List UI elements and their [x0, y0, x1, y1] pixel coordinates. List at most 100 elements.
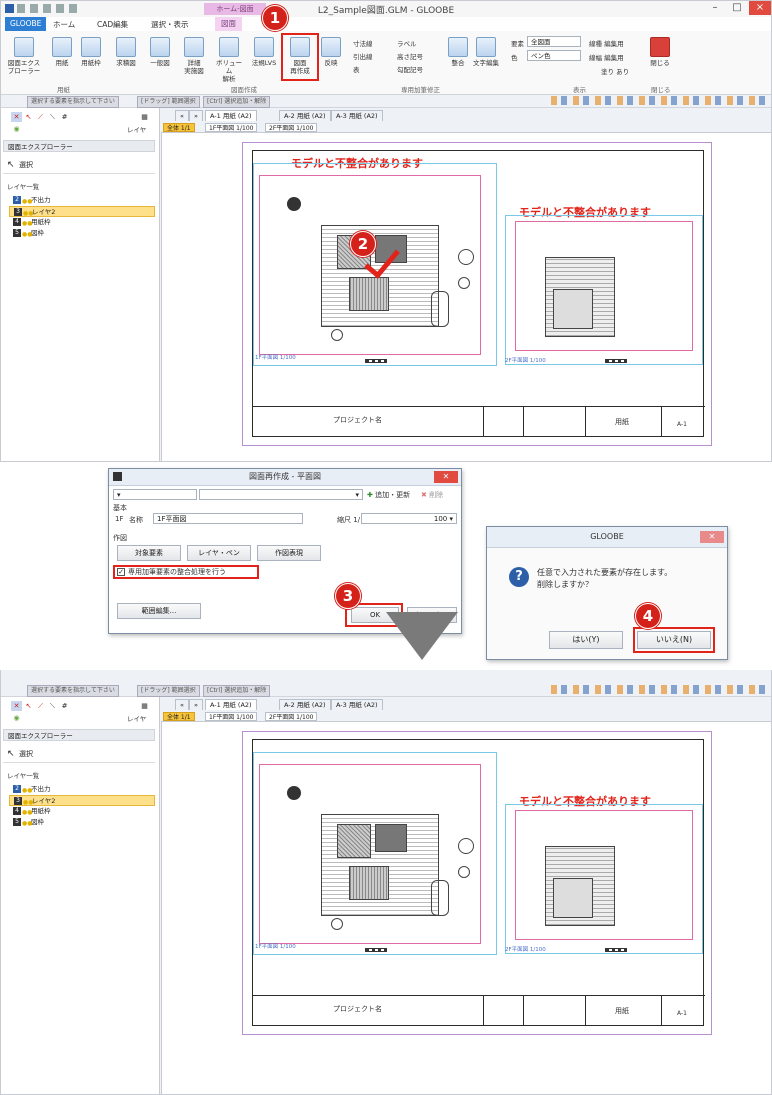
add-update-button[interactable]: ✚ 追加・更新 [367, 490, 410, 500]
subtab-2f[interactable]: 2F平面図 1/100 [265, 123, 318, 132]
layer-dropdown[interactable]: レイヤ [127, 713, 146, 723]
line-type-select[interactable]: 線種 編集用 [589, 38, 624, 48]
detail-drawing-button[interactable]: 詳細 実施図 [179, 37, 209, 75]
layer-dropdown[interactable]: レイヤ [127, 124, 146, 134]
subtab-1f[interactable]: 1F平面図 1/100 [205, 123, 258, 132]
close-drawing-button[interactable]: 閉じる [647, 37, 673, 67]
explorer-header[interactable]: 図面エクスプローラー [3, 140, 155, 152]
dim-line-button[interactable]: 寸法線 [353, 38, 373, 48]
window-title: L2_Sample図面.GLM - GLOOBE [317, 6, 455, 16]
area-drawing-button[interactable]: 求積図 [111, 37, 141, 67]
drawing-canvas[interactable]: モデルと不整合があります 1F平面図 1/100 2 モデルと不整合があります … [161, 132, 771, 461]
paper-frame-button[interactable]: 用紙枠 [77, 37, 105, 67]
pen-icon[interactable]: ⟋ [35, 701, 46, 711]
maximize-button[interactable]: □ [727, 1, 747, 15]
align-button[interactable]: 整合 [447, 37, 469, 67]
text-edit-button[interactable]: 文字編集 [471, 37, 501, 67]
layer-item[interactable]: 2 ●● 不出力 [9, 784, 155, 795]
subtab-2f[interactable]: 2F平面図 1/100 [265, 712, 318, 721]
view-toolbar-icons[interactable] [551, 685, 769, 694]
regen-dialog-close-button[interactable]: ✕ [434, 471, 458, 483]
x-select-icon[interactable]: ✕ [11, 112, 22, 122]
subtab-1f[interactable]: 1F平面図 1/100 [205, 712, 258, 721]
yes-button[interactable]: はい(Y) [549, 631, 623, 649]
table-button[interactable]: 表 [353, 64, 360, 74]
grid-icon[interactable]: # [59, 701, 70, 711]
tab-sheet-a1[interactable]: A-1 用紙 (A2) [205, 699, 257, 710]
law-lvs-button[interactable]: 法規LVS [249, 37, 279, 67]
subtab-all[interactable]: 全体 1/1 [163, 123, 195, 132]
layer-pen-button[interactable]: レイヤ・ペン [187, 545, 251, 561]
subtab-all[interactable]: 全体 1/1 [163, 712, 195, 721]
line-icon[interactable]: ⟍ [47, 701, 58, 711]
plan-1f-label: 1F平面図 1/100 [255, 944, 296, 950]
minimize-button[interactable]: – [705, 1, 725, 15]
volume-analysis-button[interactable]: ボリューム 解析 [213, 37, 245, 83]
no-button[interactable]: いいえ(N) [637, 631, 711, 649]
tab-sheet-a3[interactable]: A-3 用紙 (A2) [331, 110, 383, 121]
nav-next-icon[interactable]: » [189, 699, 203, 710]
layer-item[interactable]: 5 ●● 図枠 [9, 228, 155, 239]
leader-line-button[interactable]: 引出線 [353, 51, 373, 61]
layer-item[interactable]: 4 ●● 用紙枠 [9, 217, 155, 228]
layer-item[interactable]: 5 ●● 図枠 [9, 817, 155, 828]
dialog-app-icon [113, 472, 122, 481]
view-toolbar-icons[interactable] [551, 96, 769, 105]
tree-circle [458, 866, 470, 878]
reflect-button[interactable]: 反映 [319, 37, 343, 67]
close-window-button[interactable]: × [749, 1, 771, 15]
layer-item[interactable]: 2 ●● 不出力 [9, 195, 155, 206]
select-row[interactable]: ↖ 選択 [3, 156, 155, 174]
preset-select-1[interactable]: ▾ [113, 489, 197, 500]
draw-expression-button[interactable]: 作図表現 [257, 545, 321, 561]
scale-select[interactable]: 100 ▾ [361, 513, 457, 524]
explorer-button[interactable]: 図面エクス プローラー [5, 37, 43, 75]
line-width-select[interactable]: 線幅 編集用 [589, 52, 624, 62]
layer-list-label: レイヤ一覧 [7, 183, 40, 191]
menu-home[interactable]: ホーム [53, 19, 75, 30]
tab-sheet-a2[interactable]: A-2 用紙 (A2) [279, 110, 331, 121]
menu-select-view[interactable]: 選択・表示 [151, 19, 189, 30]
nav-prev-icon[interactable]: « [175, 110, 189, 121]
hatch-icon[interactable]: ▦ [139, 701, 150, 711]
tab-sheet-a3[interactable]: A-3 用紙 (A2) [331, 699, 383, 710]
layer-item-selected[interactable]: 3 ●● レイヤ2 [9, 206, 155, 217]
pen-icon[interactable]: ⟋ [35, 112, 46, 122]
grid-icon[interactable]: # [59, 112, 70, 122]
drawing-canvas[interactable]: 1F平面図 1/100 モデルと不整合があります 2F平面図 1/100 プロジ… [161, 721, 771, 1094]
slope-mark-button[interactable]: 勾配記号 [397, 64, 423, 74]
line-icon[interactable]: ⟍ [47, 112, 58, 122]
color-select[interactable]: ペン色 [527, 50, 581, 61]
delete-button[interactable]: ✖ 削除 [421, 490, 443, 500]
hatch-icon[interactable]: ▦ [139, 112, 150, 122]
element-select[interactable]: 全図面 [527, 36, 581, 47]
nav-prev-icon[interactable]: « [175, 699, 189, 710]
range-edit-button[interactable]: 範囲編集... [117, 603, 201, 619]
name-input[interactable]: 1F平面図 [153, 513, 303, 524]
select-icon[interactable]: ↖ [23, 701, 34, 711]
target-elements-button[interactable]: 対象要素 [117, 545, 181, 561]
select-icon[interactable]: ↖ [23, 112, 34, 122]
layer-item-selected[interactable]: 3 ●● レイヤ2 [9, 795, 155, 806]
menu-drawing[interactable]: 図面 [215, 17, 242, 31]
group-paper-label: 用紙 [57, 86, 70, 94]
palette-icon[interactable]: ◉ [11, 713, 22, 723]
confirm-dialog-close-button[interactable]: ✕ [700, 531, 724, 543]
menu-gloobe[interactable]: GLOOBE [5, 17, 47, 31]
consistency-checkbox[interactable]: ✓ [117, 568, 125, 576]
label-button[interactable]: ラベル [397, 38, 417, 48]
paper-button[interactable]: 用紙 [49, 37, 75, 67]
general-drawing-button[interactable]: 一般図 [145, 37, 175, 67]
palette-icon[interactable]: ◉ [11, 124, 22, 134]
height-mark-button[interactable]: 高さ記号 [397, 51, 423, 61]
tab-sheet-a1[interactable]: A-1 用紙 (A2) [205, 110, 257, 121]
fill-select[interactable]: 塗り あり [601, 66, 629, 76]
menu-cad-edit[interactable]: CAD編集 [97, 19, 128, 30]
select-row[interactable]: ↖ 選択 [3, 745, 155, 763]
layer-item[interactable]: 4 ●● 用紙枠 [9, 806, 155, 817]
preset-select-2[interactable]: ▾ [199, 489, 363, 500]
x-select-icon[interactable]: ✕ [11, 701, 22, 711]
nav-next-icon[interactable]: » [189, 110, 203, 121]
explorer-header[interactable]: 図面エクスプローラー [3, 729, 155, 741]
tab-sheet-a2[interactable]: A-2 用紙 (A2) [279, 699, 331, 710]
